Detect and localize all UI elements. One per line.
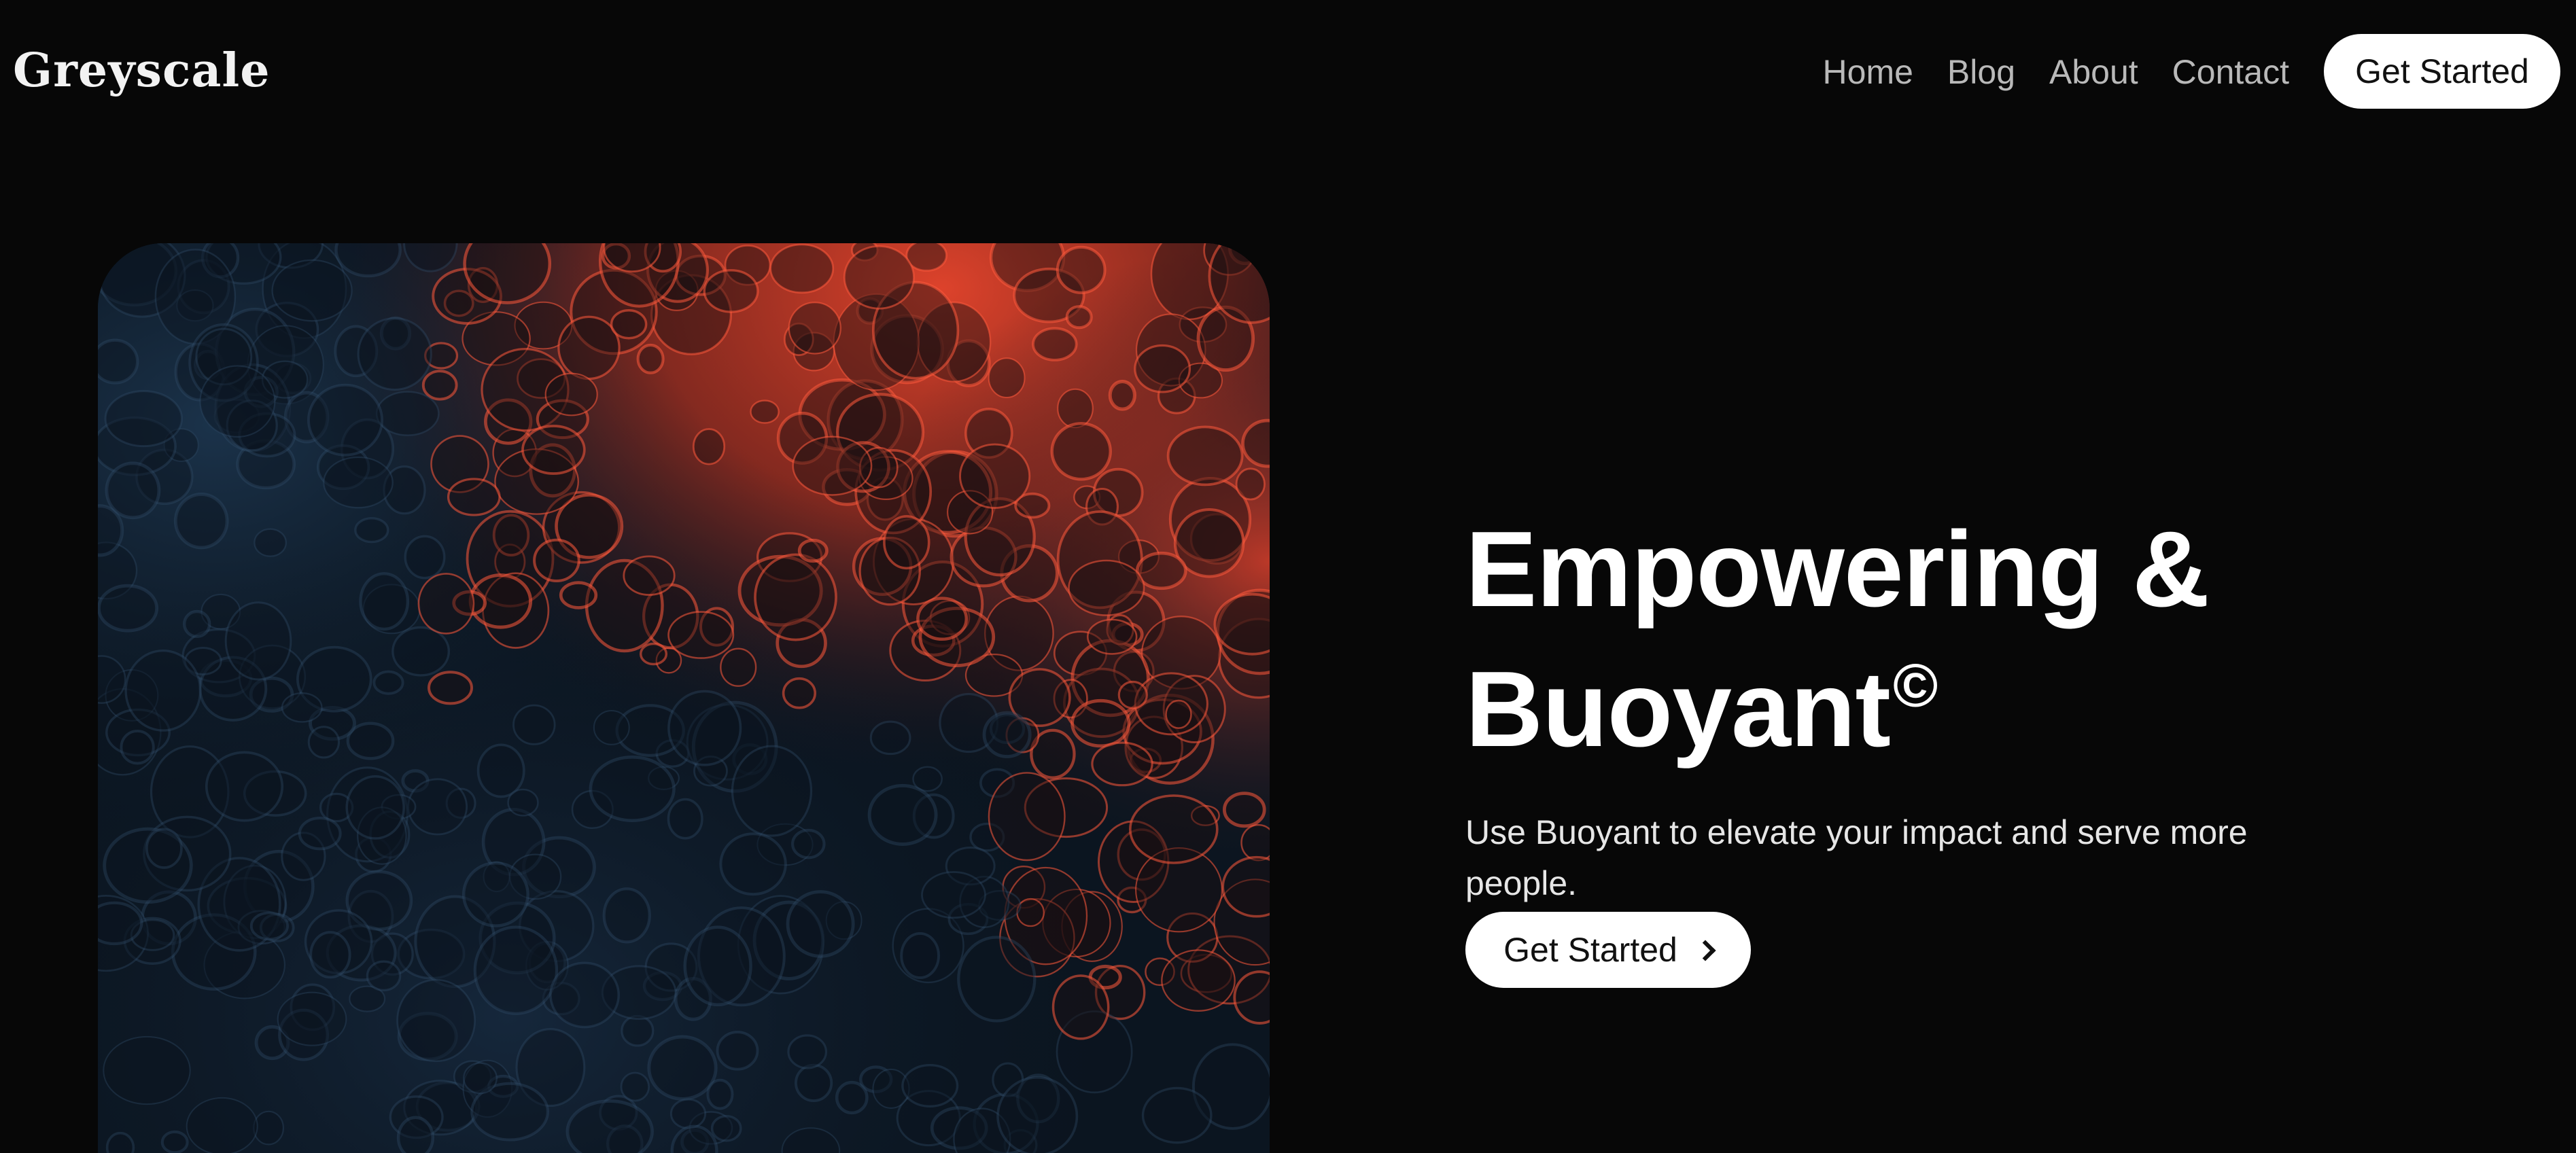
nav-link-blog[interactable]: Blog xyxy=(1947,46,2015,98)
hero-subtitle: Use Buoyant to elevate your impact and s… xyxy=(1465,813,2248,902)
hero-title-line-1: Empowering & xyxy=(1465,510,2210,629)
hero-title: Empowering & Buoyant© xyxy=(1465,511,2281,768)
hero-title-brand: Buoyant xyxy=(1465,650,1891,769)
nav-link-home[interactable]: Home xyxy=(1823,46,1913,98)
nav-link-contact[interactable]: Contact xyxy=(2172,46,2289,98)
abstract-fluid-art-image xyxy=(98,243,1270,1153)
hero-section: Empowering & Buoyant© Use Buoyant to ele… xyxy=(1465,511,2281,988)
nav-link-about[interactable]: About xyxy=(2049,46,2138,98)
hero-get-started-button[interactable]: Get Started xyxy=(1465,912,1751,988)
site-header: Greyscale Home Blog About Contact Get St… xyxy=(0,0,2576,144)
copyright-mark: © xyxy=(1893,652,1938,720)
chevron-right-icon xyxy=(1694,940,1716,961)
header-get-started-button[interactable]: Get Started xyxy=(2324,34,2560,109)
main-nav: Home Blog About Contact xyxy=(1823,46,2289,98)
hero-get-started-label: Get Started xyxy=(1503,931,1677,969)
hero-title-line-2: Buoyant© xyxy=(1465,628,2281,768)
logo[interactable]: Greyscale xyxy=(13,39,271,102)
